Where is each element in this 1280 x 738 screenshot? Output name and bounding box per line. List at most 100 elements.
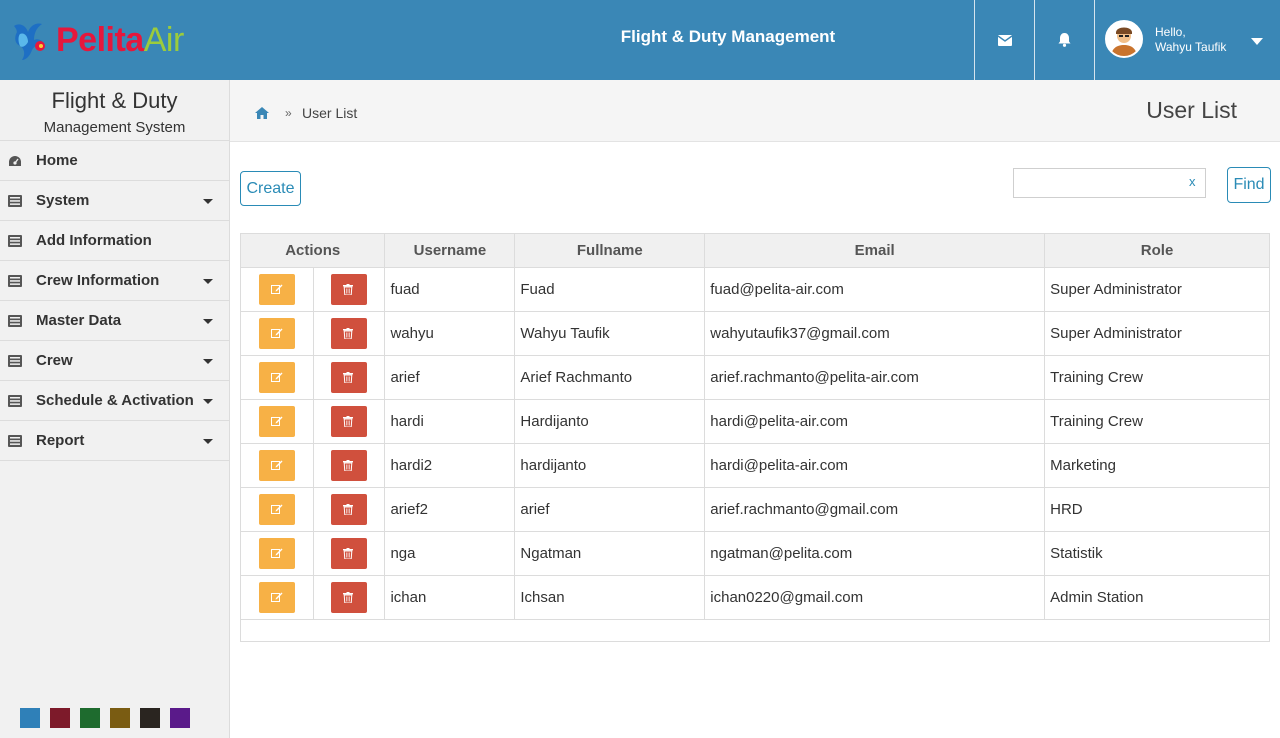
- bell-icon: [1058, 33, 1071, 47]
- sidebar-item-label: Master Data: [36, 312, 122, 329]
- user-avatar-icon: [1107, 22, 1141, 56]
- sidebar-item-crew[interactable]: Crew: [0, 341, 229, 381]
- search-input[interactable]: [1014, 169, 1184, 197]
- table-row: arief Arief Rachmanto arief.rachmanto@peli…: [241, 355, 1270, 400]
- brand-logo[interactable]: PelitaAir: [8, 16, 213, 64]
- sidebar-item-report[interactable]: Report: [0, 421, 229, 461]
- create-button[interactable]: Create: [240, 171, 301, 206]
- cell-role: Super Administrator: [1044, 267, 1270, 312]
- user-menu[interactable]: Hello, Wahyu Taufik: [1094, 0, 1280, 80]
- caret-down-icon: [203, 199, 213, 204]
- cell-fullname: Ngatman: [514, 531, 706, 576]
- theme-swatch[interactable]: [110, 708, 130, 728]
- delete-cell: [314, 356, 384, 399]
- sidebar-item-system[interactable]: System: [0, 181, 229, 221]
- breadcrumb: » User List User List: [230, 80, 1280, 142]
- sidebar: Flight & Duty Management System Home Syst…: [0, 80, 230, 738]
- envelope-icon: [997, 34, 1012, 46]
- edit-button[interactable]: [259, 537, 295, 569]
- delete-button[interactable]: [331, 493, 368, 525]
- delete-cell: [314, 268, 384, 311]
- sidebar-item-add-information[interactable]: Add Information: [0, 221, 229, 261]
- cell-username: ichan: [384, 575, 516, 620]
- cell-role: HRD: [1044, 487, 1270, 532]
- cell-fullname: hardijanto: [514, 443, 706, 488]
- cell-username: hardi2: [384, 443, 516, 488]
- sidebar-item-label: Crew Information: [36, 272, 160, 289]
- delete-button[interactable]: [331, 273, 368, 305]
- column-header-username[interactable]: Username: [384, 234, 516, 268]
- cell-username: arief: [384, 355, 516, 400]
- edit-button[interactable]: [259, 581, 295, 613]
- avatar: [1105, 20, 1143, 58]
- cell-email: ngatman@pelita.com: [704, 531, 1046, 576]
- table-header-row: Actions Username Fullname Email Role: [241, 234, 1270, 268]
- delete-button[interactable]: [331, 317, 368, 349]
- app-title: Flight & Duty Management: [620, 27, 836, 46]
- theme-swatch[interactable]: [80, 708, 100, 728]
- delete-button[interactable]: [331, 405, 368, 437]
- column-header-email[interactable]: Email: [704, 234, 1046, 268]
- cell-email: ichan0220@gmail.com: [704, 575, 1046, 620]
- edit-button[interactable]: [259, 493, 295, 525]
- messages-button[interactable]: [974, 0, 1034, 80]
- home-icon[interactable]: [255, 107, 269, 119]
- sidebar-item-master-data[interactable]: Master Data: [0, 301, 229, 341]
- cell-role: Admin Station: [1044, 575, 1270, 620]
- brand-name: PelitaAir: [56, 21, 184, 59]
- sidebar-item-home[interactable]: Home: [0, 141, 229, 181]
- sidebar-item-schedule-activation[interactable]: Schedule & Activation: [0, 381, 229, 421]
- delete-button[interactable]: [331, 537, 368, 569]
- edit-button[interactable]: [259, 317, 295, 349]
- dashboard-icon: [8, 154, 22, 166]
- theme-swatch[interactable]: [20, 708, 40, 728]
- table-row: wahyu Wahyu Taufik wahyutaufik37@gmail.com…: [241, 311, 1270, 356]
- greeting-text: Hello,: [1155, 25, 1186, 39]
- sidebar-item-label: Report: [36, 432, 85, 449]
- sidebar-item-label: Crew: [36, 352, 73, 369]
- cell-email: fuad@pelita-air.com: [704, 267, 1046, 312]
- delete-cell: [314, 576, 384, 619]
- row-actions: [241, 443, 386, 488]
- search-box: x: [1013, 168, 1206, 198]
- table-row: hardi Hardijanto hardi@pelita-air.com Train…: [241, 399, 1270, 444]
- cell-role: Super Administrator: [1044, 311, 1270, 356]
- caret-down-icon: [203, 359, 213, 364]
- edit-cell: [241, 487, 314, 531]
- column-header-fullname[interactable]: Fullname: [514, 234, 706, 268]
- page-title: User List: [1146, 97, 1237, 123]
- sidebar-item-label: Add Information: [36, 232, 152, 249]
- list-icon: [8, 394, 22, 407]
- theme-swatch[interactable]: [50, 708, 70, 728]
- breadcrumb-current: User List: [302, 105, 358, 121]
- breadcrumb-separator: »: [285, 106, 292, 120]
- sidebar-title: Flight & Duty Management System: [0, 80, 229, 141]
- find-button[interactable]: Find: [1227, 167, 1271, 203]
- delete-button[interactable]: [331, 449, 368, 481]
- table-body: fuad Fuad fuad@pelita-air.com Super Adminis…: [241, 267, 1270, 620]
- bird-logo-icon: [14, 23, 45, 60]
- delete-cell: [314, 488, 384, 531]
- caret-down-icon: [203, 279, 213, 284]
- clear-search-button[interactable]: x: [1189, 174, 1196, 189]
- table-row: hardi2 hardijanto hardi@pelita-air.com Mark…: [241, 443, 1270, 488]
- edit-button[interactable]: [259, 405, 295, 437]
- delete-button[interactable]: [331, 581, 368, 613]
- delete-button[interactable]: [331, 361, 368, 393]
- theme-swatch[interactable]: [170, 708, 190, 728]
- row-actions: [241, 311, 386, 356]
- delete-cell: [314, 312, 384, 355]
- theme-swatch[interactable]: [140, 708, 160, 728]
- cell-username: wahyu: [384, 311, 516, 356]
- sidebar-item-label: Schedule & Activation: [36, 392, 194, 409]
- sidebar-item-label: System: [36, 192, 90, 209]
- sidebar-item-crew-information[interactable]: Crew Information: [0, 261, 229, 301]
- caret-down-icon: [203, 439, 213, 444]
- edit-button[interactable]: [259, 449, 295, 481]
- edit-cell: [241, 399, 314, 443]
- edit-button[interactable]: [259, 361, 295, 393]
- cell-email: arief.rachmanto@pelita-air.com: [704, 355, 1046, 400]
- edit-button[interactable]: [259, 273, 295, 305]
- notifications-button[interactable]: [1034, 0, 1094, 80]
- column-header-role[interactable]: Role: [1044, 234, 1270, 268]
